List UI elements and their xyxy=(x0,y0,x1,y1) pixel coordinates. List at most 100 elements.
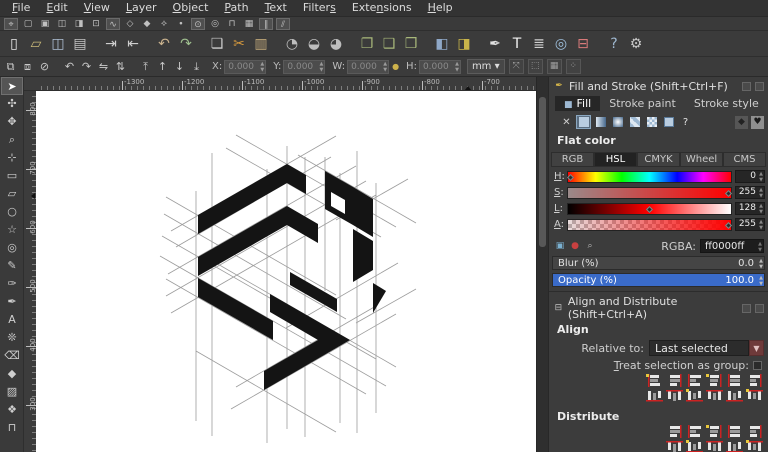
dialog-float-button[interactable] xyxy=(742,303,751,313)
alpha-slider-spinbox[interactable]: 255 ▲ ▼ xyxy=(735,218,765,231)
blur-spinner[interactable]: ▲ ▼ xyxy=(759,258,763,270)
transform-corners-toggle[interactable]: ⁘ xyxy=(565,59,581,74)
distribute-bottom-edges-button[interactable] xyxy=(706,440,723,452)
ungroup-button[interactable]: ◨ xyxy=(453,33,475,55)
distribute-centers-h-button[interactable] xyxy=(686,425,703,438)
star-tool[interactable]: ☆ xyxy=(1,221,23,239)
menu-layer[interactable]: Layer xyxy=(118,0,165,17)
distribute-text-h-button[interactable] xyxy=(746,425,763,438)
hue-slider-spinbox[interactable]: 0 ▲ ▼ xyxy=(735,170,765,183)
snap-path-intersections-icon[interactable]: ◇ xyxy=(123,18,137,30)
hue-slider[interactable] xyxy=(567,170,732,183)
new-document-button[interactable]: ▯ xyxy=(3,33,25,55)
spray-tool[interactable]: ❊ xyxy=(1,329,23,347)
distribute-left-edges-button[interactable] xyxy=(666,425,683,438)
print-button[interactable]: ▤ xyxy=(69,33,91,55)
lightness-slider-handle[interactable] xyxy=(645,205,653,213)
flip-horizontal-button[interactable]: ⇋ xyxy=(95,58,112,75)
menu-file[interactable]: File xyxy=(4,0,38,17)
paint-linear-gradient-button[interactable] xyxy=(593,115,608,129)
rotate-cw-button[interactable]: ↷ xyxy=(78,58,95,75)
lightness-slider-spinbox[interactable]: 128 ▲ ▼ xyxy=(735,202,765,215)
opacity-spinner[interactable]: ▲ ▼ xyxy=(759,275,763,287)
measure-tool[interactable]: ⊹ xyxy=(1,149,23,167)
vertical-ruler[interactable]: 800 700 600 500 400 300 xyxy=(24,91,37,452)
saturation-slider-spinbox[interactable]: 255 ▲ ▼ xyxy=(735,186,765,199)
vertical-scrollbar[interactable] xyxy=(536,77,548,452)
snap-bbox-centers-icon[interactable]: ⊡ xyxy=(89,18,103,30)
logo-chevron-arrow[interactable] xyxy=(264,294,350,390)
undo-button[interactable]: ↶ xyxy=(153,33,175,55)
selector-tool[interactable]: ➤ xyxy=(1,77,23,95)
blur-slider[interactable]: Blur (%) 0.0 ▲ ▼ xyxy=(552,256,765,270)
color-mode-tab-hsl[interactable]: HSL xyxy=(594,152,637,167)
fill-rule-nonzero-button[interactable]: ◆ xyxy=(735,115,748,129)
tab-stroke-paint[interactable]: Stroke paint xyxy=(600,96,685,111)
horizontal-ruler[interactable]: ▪ -1300-1200-1100-1000-900-800-700-600 xyxy=(36,77,536,91)
align-bottom-to-anchor-top-button[interactable] xyxy=(646,389,663,402)
rgba-entry[interactable]: ff0000ff ▲ ▼ xyxy=(700,239,764,253)
distribute-equal-gaps-v-button[interactable] xyxy=(726,440,743,452)
fill-stroke-dialog-button[interactable]: ✒ xyxy=(484,33,506,55)
import-button[interactable]: ⇥ xyxy=(100,33,122,55)
snap-bbox-edges-icon[interactable]: ▣ xyxy=(38,18,52,30)
menu-text[interactable]: Text xyxy=(257,0,295,17)
opacity-slider[interactable]: Opacity (%) 100.0 ▲ ▼ xyxy=(552,273,765,287)
align-right-edges-button[interactable] xyxy=(706,374,723,387)
align-right-to-anchor-left-button[interactable] xyxy=(646,374,663,387)
text-dialog-button[interactable]: T xyxy=(506,33,528,55)
preferences-button[interactable]: ⚙ xyxy=(625,33,647,55)
alpha-slider[interactable] xyxy=(567,218,732,231)
dialog-float-button[interactable] xyxy=(742,82,751,91)
align-text-vertical-button[interactable] xyxy=(746,389,763,402)
save-document-button[interactable]: ◫ xyxy=(47,33,69,55)
gradient-tool[interactable]: ▨ xyxy=(1,383,23,401)
lightness-slider[interactable] xyxy=(567,202,732,215)
y-field[interactable]: 0.000 ▲ ▼ xyxy=(283,59,326,74)
align-bottom-edges-button[interactable] xyxy=(706,389,723,402)
export-button[interactable]: ⇤ xyxy=(122,33,144,55)
select-all-layers-button[interactable]: ⧈ xyxy=(19,58,36,75)
saturation-slider[interactable] xyxy=(567,186,732,199)
select-all-button[interactable]: ⧉ xyxy=(2,58,19,75)
tab-fill[interactable]: ■ Fill xyxy=(555,96,601,111)
paint-swatch-button[interactable] xyxy=(661,115,676,129)
eraser-tool[interactable]: ⌫ xyxy=(1,347,23,365)
logo-drawing[interactable] xyxy=(36,91,536,452)
open-document-button[interactable]: ▱ xyxy=(25,33,47,55)
fill-rule-evenodd-button[interactable]: ♥ xyxy=(751,115,764,129)
paste-button[interactable]: ▥ xyxy=(250,33,272,55)
distribute-top-edges-button[interactable] xyxy=(666,440,683,452)
snap-rotation-centers-icon[interactable]: ◎ xyxy=(208,18,222,30)
copy-button[interactable]: ❏ xyxy=(206,33,228,55)
alpha-slider-handle[interactable] xyxy=(724,221,732,229)
rotate-ccw-button[interactable]: ↶ xyxy=(61,58,78,75)
snap-guides-icon[interactable]: ⫽ xyxy=(276,17,290,30)
color-mode-tab-cmyk[interactable]: CMYK xyxy=(637,152,680,167)
align-left-to-anchor-right-button[interactable] xyxy=(726,374,743,387)
logo-strip-center[interactable] xyxy=(290,272,337,312)
align-text-horizontal-button[interactable] xyxy=(746,374,763,387)
bezier-tool[interactable]: ✑ xyxy=(1,275,23,293)
color-managed-icon[interactable]: ▣ xyxy=(554,240,566,252)
distribute-text-v-button[interactable] xyxy=(746,440,763,452)
transform-stroke-toggle[interactable]: ▦ xyxy=(546,59,562,74)
snap-nodes-icon[interactable]: ∿ xyxy=(106,17,120,30)
raise-button[interactable]: ↑ xyxy=(154,58,171,75)
menu-edit[interactable]: Edit xyxy=(38,0,75,17)
rectangle-tool[interactable]: ▭ xyxy=(1,167,23,185)
document-properties-button[interactable]: ? xyxy=(603,33,625,55)
pencil-tool[interactable]: ✎ xyxy=(1,257,23,275)
snap-enable-icon[interactable]: ⌖ xyxy=(4,17,18,30)
paint-flat-color-button[interactable] xyxy=(576,115,591,129)
relative-to-combobox[interactable]: Last selected ▼ xyxy=(649,340,764,356)
snap-object-centers-icon[interactable]: ⊙ xyxy=(191,17,205,30)
lower-to-bottom-button[interactable]: ⤓ xyxy=(188,58,205,75)
align-dialog-button[interactable]: ⊟ xyxy=(572,33,594,55)
distribute-centers-v-button[interactable] xyxy=(686,440,703,452)
node-tool[interactable]: ✣ xyxy=(1,95,23,113)
menu-extensions[interactable]: Extensions xyxy=(344,0,420,17)
spiral-tool[interactable]: ◎ xyxy=(1,239,23,257)
box3d-tool[interactable]: ▱ xyxy=(1,185,23,203)
hue-slider-handle[interactable] xyxy=(567,173,575,181)
